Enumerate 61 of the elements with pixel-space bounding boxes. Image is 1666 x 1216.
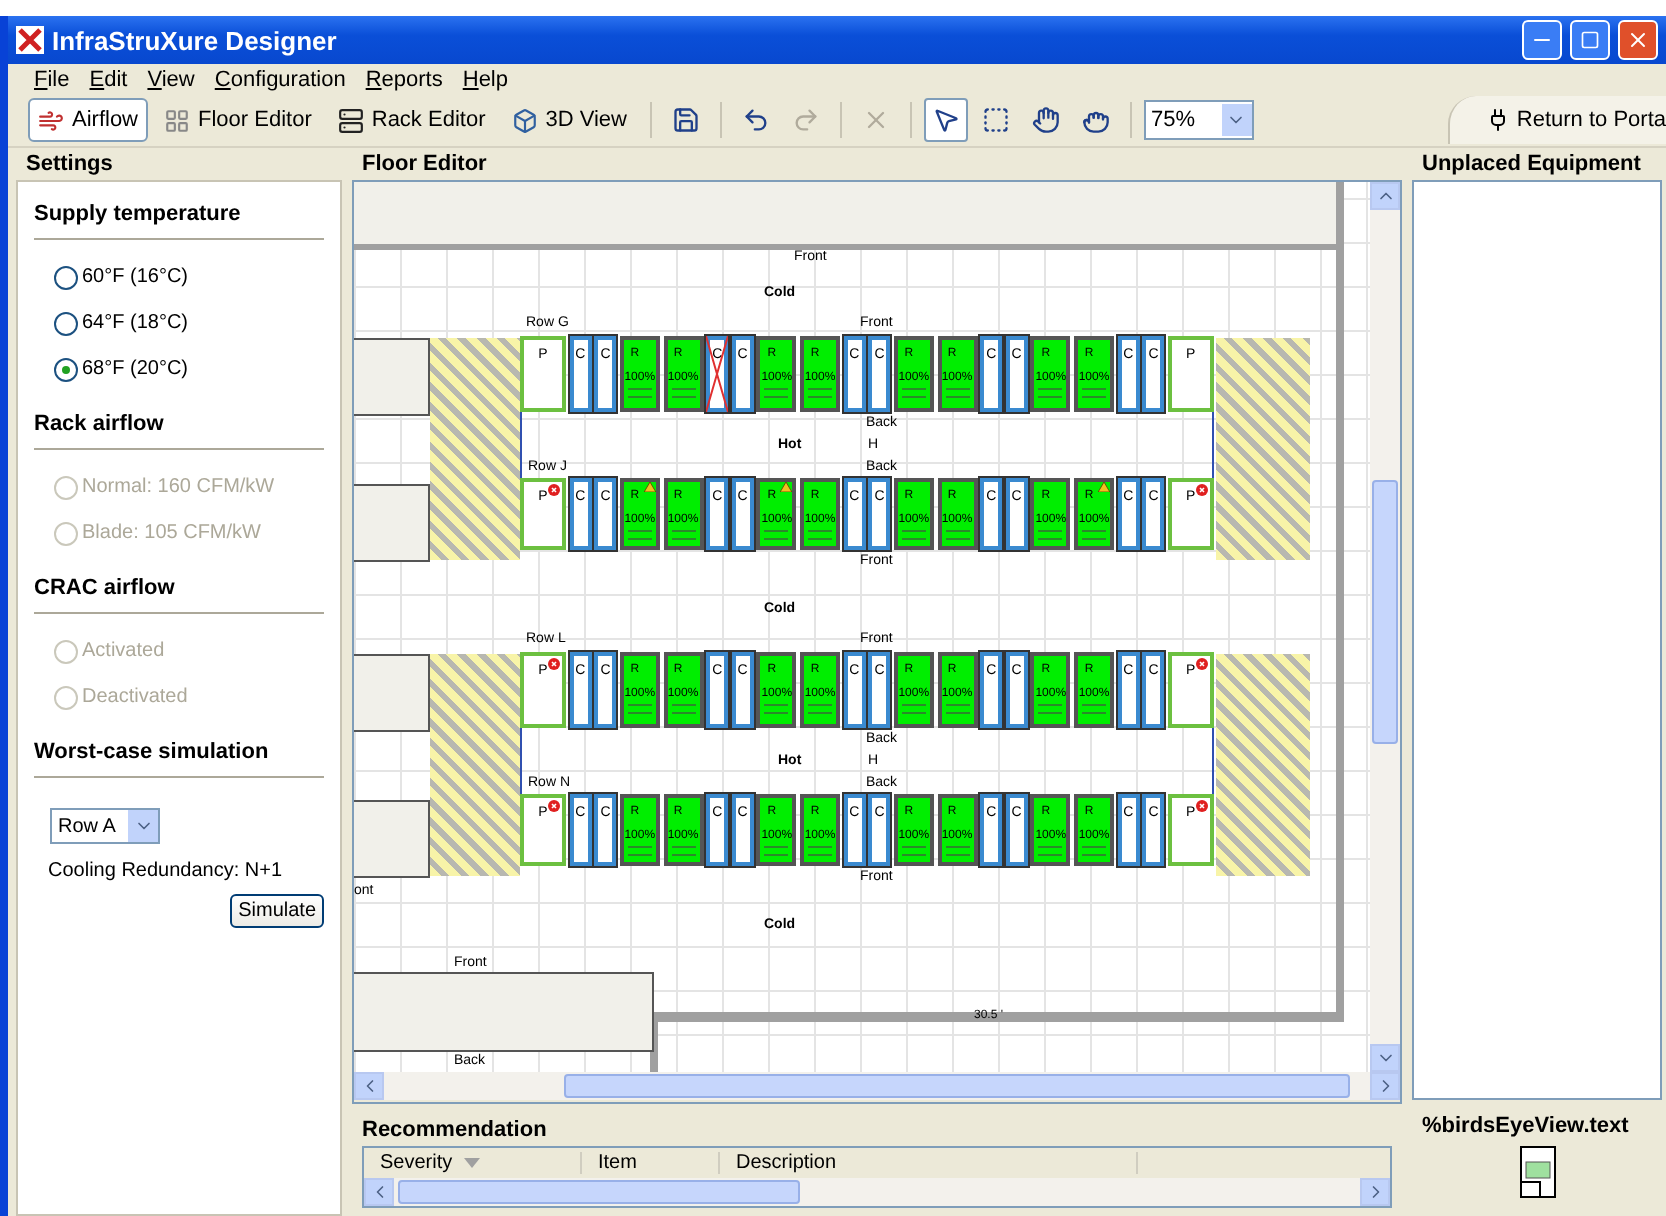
maximize-button[interactable] <box>1570 20 1610 60</box>
maximize-icon <box>1580 30 1600 50</box>
simulate-button[interactable]: Simulate <box>230 894 324 928</box>
dashed-square-icon <box>981 106 1009 134</box>
select-tool-button[interactable] <box>923 98 967 142</box>
menu-item[interactable]: Edit <box>79 67 138 91</box>
panel-title: Floor Editor <box>360 150 489 180</box>
section-title: Worst-case simulation <box>34 732 324 778</box>
equipment-block <box>354 484 430 562</box>
radio-option[interactable]: 60°F (16°C) <box>34 254 324 300</box>
menu-item[interactable]: File <box>24 67 80 91</box>
redundancy-text: Cooling Redundancy: N+1 <box>48 860 285 882</box>
close-button[interactable] <box>1618 20 1658 60</box>
column-header[interactable]: Severity <box>364 1152 582 1174</box>
undo-icon <box>741 106 769 134</box>
panel-title: Unplaced Equipment <box>1420 150 1643 180</box>
radio-button[interactable] <box>54 357 78 381</box>
menu-item[interactable]: View <box>137 67 205 91</box>
section-title: Supply temperature <box>34 194 324 240</box>
row-select[interactable]: Row A <box>50 808 160 844</box>
panel-title: %birdsEyeView.text <box>1420 1112 1631 1142</box>
save-icon <box>671 106 699 134</box>
grid-icon <box>164 107 191 133</box>
wind-icon <box>38 107 64 133</box>
pointer-icon <box>931 106 959 134</box>
equipment-block <box>354 654 430 732</box>
zoom-select[interactable]: 75% <box>1143 100 1253 140</box>
server-icon <box>337 107 364 133</box>
equipment-block <box>354 800 430 878</box>
grab-hand-icon <box>1081 106 1109 134</box>
view-tab[interactable]: Floor Editor <box>154 98 322 142</box>
column-header[interactable]: Description <box>720 1152 1138 1174</box>
minimize-button[interactable] <box>1522 20 1562 60</box>
app-logo-icon <box>16 26 44 54</box>
panel-title: Settings <box>24 150 115 180</box>
hand-icon <box>1031 106 1059 134</box>
return-to-portal-button[interactable]: Return to Porta <box>1448 96 1666 144</box>
radio-option[interactable]: 64°F (18°C) <box>34 300 324 346</box>
vertical-scrollbar[interactable] <box>1370 182 1400 1072</box>
close-icon <box>1626 28 1650 52</box>
radio-option[interactable]: 68°F (20°C) <box>34 346 324 392</box>
section-title: Rack airflow <box>34 404 324 450</box>
radio-button[interactable] <box>54 311 78 335</box>
view-tab[interactable]: Rack Editor <box>327 98 496 142</box>
horizontal-scrollbar[interactable] <box>364 1178 1390 1206</box>
radio-button[interactable] <box>54 265 78 289</box>
redo-icon <box>791 106 819 134</box>
menu-item[interactable]: Help <box>452 67 518 91</box>
view-tab[interactable]: 3D View <box>501 98 637 142</box>
column-header[interactable]: Item <box>582 1152 720 1174</box>
menu-item[interactable]: Configuration <box>204 67 356 91</box>
panel-title: Recommendation <box>360 1116 549 1146</box>
cube-icon <box>511 107 538 133</box>
equipment-block <box>354 338 430 416</box>
plug-icon <box>1486 108 1511 132</box>
menu-item[interactable]: Reports <box>355 67 453 91</box>
window-title: InfraStruXure Designer <box>52 25 339 55</box>
view-tab[interactable]: Airflow <box>28 98 149 142</box>
section-title: CRAC airflow <box>34 568 324 614</box>
horizontal-scrollbar[interactable] <box>354 1072 1400 1100</box>
floor-overview-drawing <box>1519 1146 1555 1198</box>
